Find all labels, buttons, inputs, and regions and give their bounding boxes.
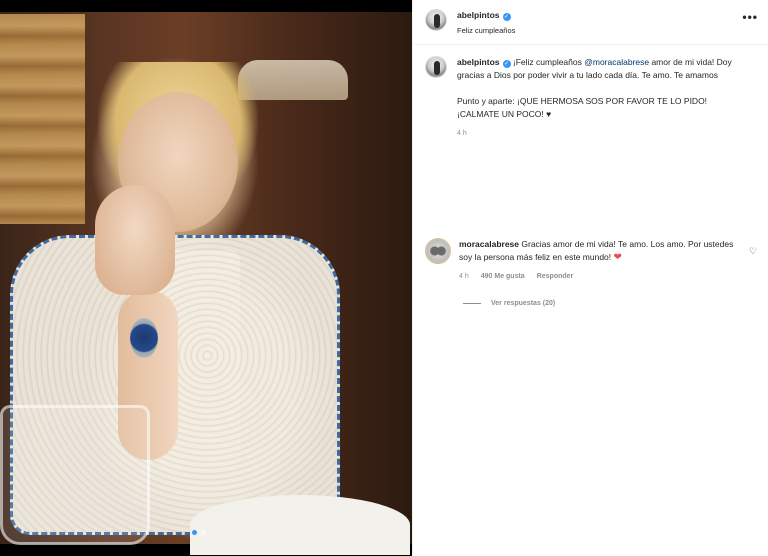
photo-plate: [190, 495, 410, 555]
carousel-indicator: [192, 530, 206, 535]
comment-item: moracalabrese Gracias amor de mi vida! T…: [425, 238, 765, 283]
view-replies-button[interactable]: Ver respuestas (20): [463, 300, 555, 307]
carousel-dot[interactable]: [201, 530, 206, 535]
caption-mention-link[interactable]: @moracalabrese: [584, 57, 649, 67]
caption-timestamp[interactable]: 4 h: [457, 127, 747, 140]
author-avatar[interactable]: [425, 9, 447, 31]
caption-paragraph-1: abelpintos ✓ ¡Feliz cumpleaños @moracalab…: [457, 56, 747, 82]
red-heart-emoji: ❤: [613, 252, 622, 263]
photo-cabinet: [0, 14, 85, 224]
comment-username[interactable]: moracalabrese: [459, 239, 519, 249]
caption-paragraph-2: Punto y aparte: ¡QUE HERMOSA SOS POR FAV…: [457, 96, 708, 119]
post-subtitle[interactable]: Feliz cumpleaños: [457, 26, 515, 35]
header-divider: [413, 44, 768, 45]
comment-like-icon[interactable]: ♡: [749, 246, 757, 257]
photo-hand: [95, 185, 175, 295]
photo-wine-glass: [0, 405, 150, 545]
more-options-icon[interactable]: •••: [742, 10, 758, 24]
caption-text-start: ¡Feliz cumpleaños: [512, 57, 585, 67]
caption-avatar[interactable]: [425, 56, 447, 78]
caption-username[interactable]: abelpintos: [457, 57, 500, 67]
post-sidebar: abelpintos ✓ Feliz cumpleaños ••• abelpin…: [412, 0, 768, 556]
comment-meta: 4 h 490 Me gusta Responder: [459, 270, 744, 283]
verified-icon: ✓: [502, 13, 511, 21]
comment-text-block: moracalabrese Gracias amor de mi vida! T…: [459, 238, 744, 264]
photo-bracelet: [130, 318, 158, 358]
post-header-meta: abelpintos ✓ Feliz cumpleaños: [457, 5, 515, 35]
caption-body: abelpintos ✓ ¡Feliz cumpleaños @moracalab…: [457, 56, 747, 140]
author-username[interactable]: abelpintos: [457, 10, 500, 20]
replies-line: [463, 303, 481, 304]
view-replies-label: Ver respuestas (20): [491, 300, 556, 307]
comment-timestamp[interactable]: 4 h: [459, 270, 469, 283]
post-header: abelpintos ✓ Feliz cumpleaños: [425, 5, 755, 35]
comment-likes[interactable]: 490 Me gusta: [481, 270, 525, 283]
reply-button[interactable]: Responder: [537, 270, 574, 283]
post-caption: abelpintos ✓ ¡Feliz cumpleaños @moracalab…: [425, 56, 755, 140]
commenter-avatar[interactable]: [425, 238, 451, 264]
post-photo[interactable]: [0, 0, 412, 556]
carousel-dot-active[interactable]: [192, 530, 197, 535]
caption-verified-icon: ✓: [502, 60, 511, 68]
comment-body: moracalabrese Gracias amor de mi vida! T…: [459, 238, 744, 283]
